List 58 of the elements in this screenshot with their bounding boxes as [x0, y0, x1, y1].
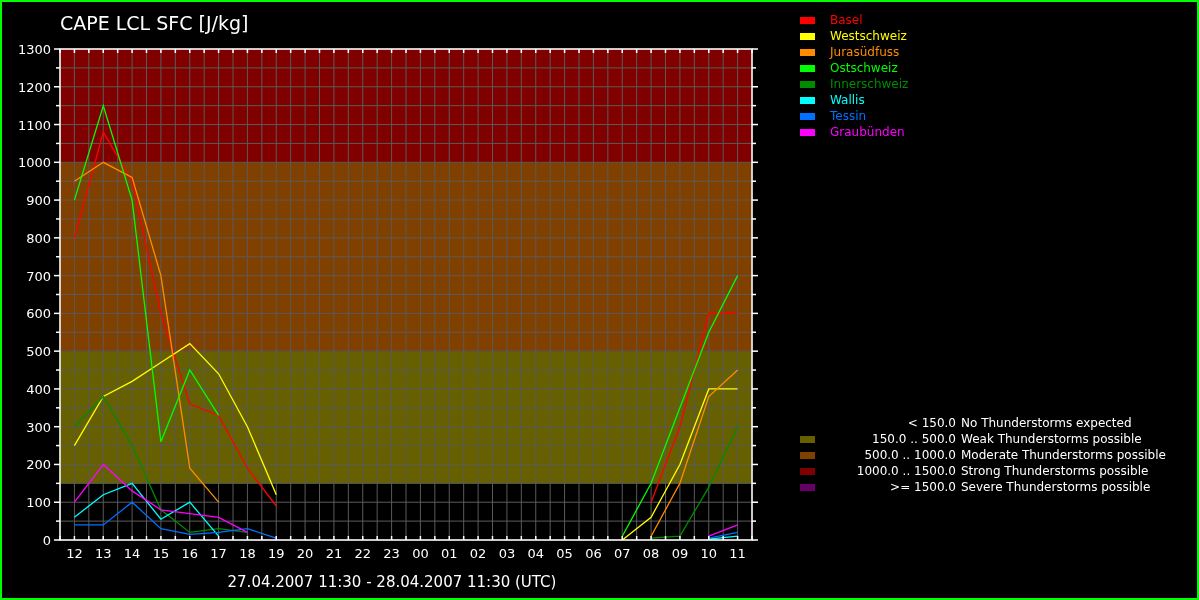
- y-tick-label: 100: [26, 495, 51, 511]
- x-tick-label: 16: [181, 546, 198, 561]
- legend-label: Wallis: [830, 93, 865, 107]
- legend-label: Graubünden: [830, 125, 905, 139]
- y-tick-label: 600: [26, 306, 51, 322]
- x-axis-label: 27.04.2007 11:30 - 28.04.2007 11:30 (UTC): [226, 573, 558, 591]
- x-tick-label: 23: [383, 546, 400, 561]
- x-tick-label: 21: [325, 546, 343, 561]
- y-tick-label: 700: [26, 268, 51, 284]
- chart-title: CAPE LCL SFC [J/kg]: [60, 11, 250, 36]
- x-tick-label: 08: [642, 546, 660, 561]
- threshold-range: 150.0 .. 500.0: [871, 432, 956, 446]
- x-tick-label: 03: [498, 546, 516, 561]
- legend-label: Jurasüdfuss: [830, 45, 900, 59]
- threshold-label: Strong Thunderstorms possible: [961, 464, 1149, 478]
- y-tick-label: 1300: [17, 42, 51, 57]
- threshold-range: 500.0 .. 1000.0: [863, 448, 956, 462]
- y-tick-label: 800: [26, 230, 51, 246]
- y-tick-label: 1100: [17, 117, 51, 133]
- x-tick-label: 02: [469, 546, 487, 561]
- y-tick-label: 500: [26, 344, 51, 360]
- x-tick-label: 00: [412, 546, 429, 561]
- y-tick-label: 0: [42, 533, 51, 548]
- x-tick-label: 15: [152, 546, 170, 561]
- legend-label: Ostschweiz: [830, 61, 898, 75]
- x-tick-label: 04: [527, 546, 544, 561]
- x-tick-label: 09: [671, 546, 689, 561]
- x-tick-label: 17: [210, 546, 227, 561]
- threshold-range: 1000.0 .. 1500.0: [855, 464, 956, 478]
- legend-label: Innerschweiz: [830, 77, 909, 91]
- threshold-range: < 150.0: [906, 416, 956, 430]
- y-tick-label: 1200: [17, 79, 51, 95]
- x-tick-label: 18: [239, 546, 256, 561]
- x-tick-label: 12: [66, 546, 83, 561]
- legend-label: Tessin: [830, 109, 867, 123]
- x-tick-label: 05: [556, 546, 573, 561]
- threshold-label: Moderate Thunderstorms possible: [961, 448, 1166, 462]
- threshold-range: >= 1500.0: [889, 480, 956, 494]
- y-tick-label: 900: [26, 193, 51, 209]
- x-tick-label: 19: [268, 546, 285, 561]
- x-tick-label: 11: [729, 546, 746, 561]
- x-tick-label: 20: [296, 546, 314, 561]
- x-tick-label: 10: [700, 546, 717, 561]
- x-tick-label: 14: [123, 546, 141, 561]
- x-tick-label: 13: [95, 546, 112, 561]
- y-tick-label: 200: [26, 457, 51, 473]
- threshold-label: No Thunderstorms expected: [961, 416, 1132, 430]
- y-tick-label: 1000: [17, 155, 51, 171]
- x-tick-label: 22: [354, 546, 371, 561]
- legend-label: Westschweiz: [830, 29, 907, 43]
- legend-label: Basel: [830, 13, 863, 27]
- x-tick-label: 07: [614, 546, 631, 561]
- y-tick-label: 300: [26, 419, 51, 435]
- x-tick-label: 01: [441, 546, 458, 561]
- x-tick-label: 06: [585, 546, 602, 561]
- threshold-label: Severe Thunderstorms possible: [961, 480, 1151, 494]
- threshold-label: Weak Thunderstorms possible: [961, 432, 1142, 446]
- y-tick-label: 400: [26, 381, 51, 397]
